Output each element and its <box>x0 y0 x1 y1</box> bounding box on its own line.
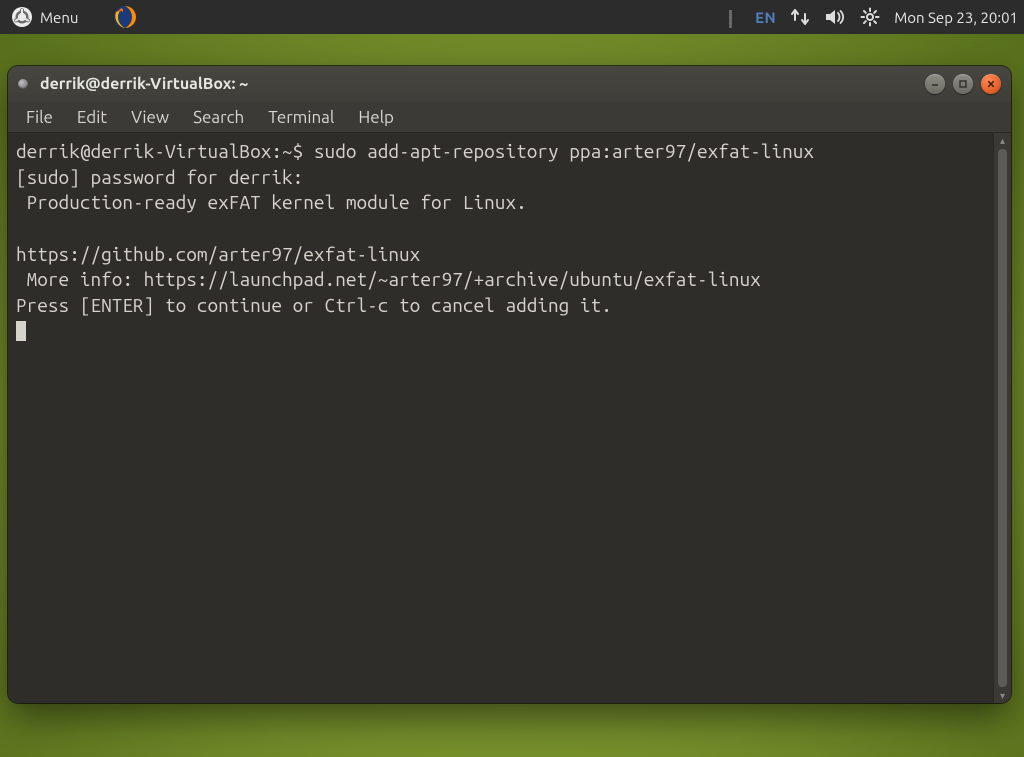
terminal-line: Press [ENTER] to continue or Ctrl-c to c… <box>16 294 612 316</box>
applications-menu-button[interactable]: Menu <box>0 0 90 34</box>
window-app-icon <box>18 79 28 89</box>
network-updown-icon[interactable] <box>790 0 810 34</box>
volume-icon[interactable] <box>824 0 846 34</box>
terminal-line: [sudo] password for derrik: <box>16 166 303 188</box>
settings-gear-icon[interactable] <box>860 0 880 34</box>
scroll-up-icon[interactable]: ▴ <box>994 133 1011 148</box>
window-minimize-button[interactable] <box>925 74 945 94</box>
prompt: derrik@derrik-VirtualBox:~$ <box>16 140 314 162</box>
window-title: derrik@derrik-VirtualBox: ~ <box>40 75 248 93</box>
menu-edit[interactable]: Edit <box>67 105 117 130</box>
keyboard-layout-indicator[interactable]: EN <box>755 0 776 34</box>
terminal-cursor <box>16 321 26 341</box>
scroll-down-icon[interactable]: ▾ <box>994 688 1011 703</box>
terminal-scrollbar[interactable]: ▴ ▾ <box>993 133 1011 703</box>
scroll-thumb[interactable] <box>998 149 1007 687</box>
top-panel: Menu EN <box>0 0 1024 34</box>
window-controls <box>925 74 1001 94</box>
window-titlebar[interactable]: derrik@derrik-VirtualBox: ~ <box>8 66 1011 102</box>
clock[interactable]: Mon Sep 23, 20:01 <box>894 9 1018 26</box>
ubuntu-logo-icon <box>12 7 32 27</box>
terminal-line: Production-ready exFAT kernel module for… <box>16 191 527 213</box>
scroll-track[interactable] <box>996 149 1009 687</box>
panel-grip-icon <box>729 10 737 25</box>
menu-file[interactable]: File <box>16 105 63 130</box>
desktop: Menu EN <box>0 0 1024 757</box>
terminal-line: More info: https://launchpad.net/~arter9… <box>16 268 761 290</box>
window-maximize-button[interactable] <box>953 74 973 94</box>
terminal-output[interactable]: derrik@derrik-VirtualBox:~$ sudo add-apt… <box>8 133 993 703</box>
terminal-menubar: File Edit View Search Terminal Help <box>8 102 1011 133</box>
window-close-button[interactable] <box>981 74 1001 94</box>
terminal-area: derrik@derrik-VirtualBox:~$ sudo add-apt… <box>8 133 1011 703</box>
entered-command: sudo add-apt-repository ppa:arter97/exfa… <box>314 140 814 162</box>
terminal-window: derrik@derrik-VirtualBox: ~ File <box>8 66 1011 703</box>
menu-terminal[interactable]: Terminal <box>258 105 344 130</box>
terminal-line: https://github.com/arter97/exfat-linux <box>16 243 420 265</box>
menu-search[interactable]: Search <box>183 105 254 130</box>
menu-view[interactable]: View <box>121 105 179 130</box>
firefox-launcher-icon[interactable] <box>112 4 138 30</box>
menu-help[interactable]: Help <box>348 105 404 130</box>
menu-label: Menu <box>40 9 78 26</box>
